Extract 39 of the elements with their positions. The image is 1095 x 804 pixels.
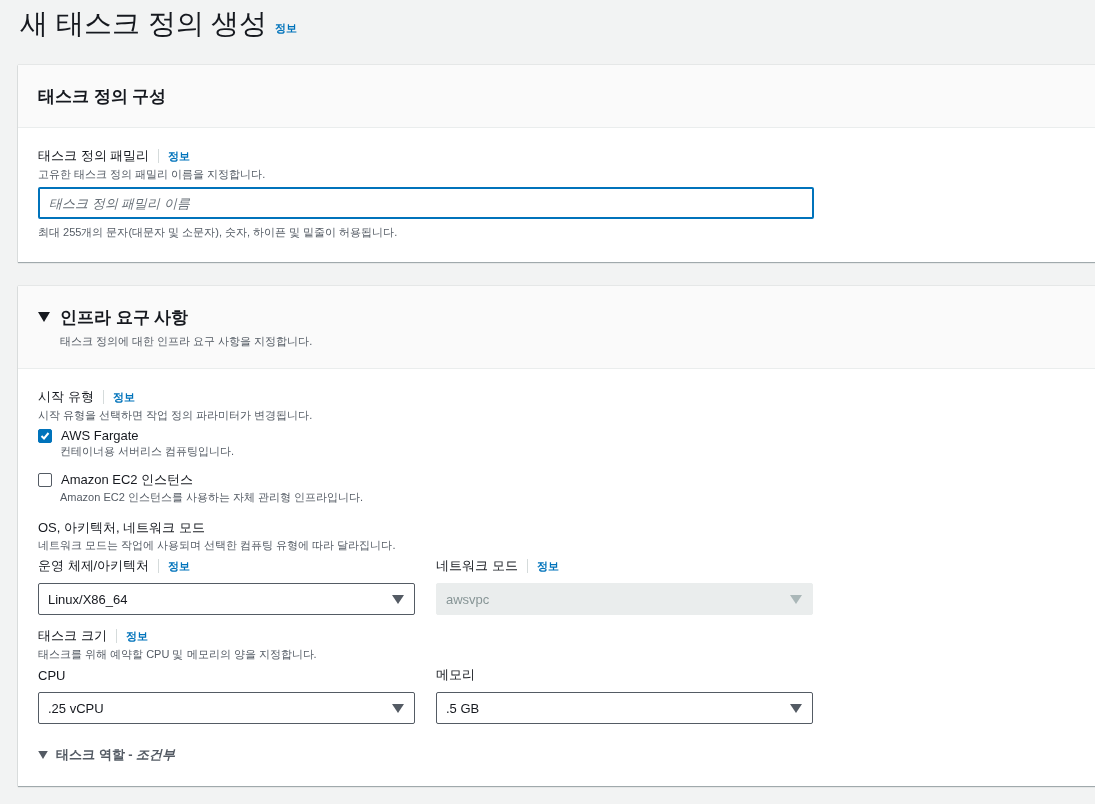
- info-link[interactable]: 정보: [125, 628, 148, 644]
- info-link[interactable]: 정보: [112, 389, 135, 405]
- subsection-title: 태스크 역할 - 조건부: [56, 746, 176, 764]
- field-label: 운영 체제/아키텍처: [38, 557, 150, 575]
- section-title: 인프라 요구 사항: [60, 306, 189, 329]
- option-description: Amazon EC2 인스턴스를 사용하는 자체 관리형 인프라입니다.: [59, 490, 365, 505]
- group-title: OS, 아키텍처, 네트워크 모드: [38, 519, 206, 537]
- dropdown-select[interactable]: .5 GB: [436, 692, 813, 724]
- info-link[interactable]: 정보: [275, 21, 298, 36]
- caret-icon: [392, 594, 404, 604]
- page-title: 새 태스크 정의 생성: [20, 7, 268, 41]
- field-label: 메모리: [436, 666, 475, 684]
- caret-icon: [790, 703, 802, 713]
- option-description: 컨테이너용 서버리스 컴퓨팅입니다.: [59, 444, 236, 459]
- expand-toggle-icon[interactable]: [38, 751, 48, 759]
- caret-icon: [392, 703, 404, 713]
- caret-icon: [790, 594, 802, 604]
- info-link[interactable]: 정보: [168, 558, 191, 574]
- checkbox[interactable]: [38, 473, 52, 487]
- group-description: 네트워크 모드는 작업에 사용되며 선택한 컴퓨팅 유형에 따라 달라집니다.: [38, 538, 397, 553]
- field-label: CPU: [38, 667, 66, 683]
- info-link[interactable]: 정보: [168, 148, 191, 164]
- section-description: 태스크 정의에 대한 인프라 요구 사항을 지정합니다.: [59, 333, 313, 349]
- field-label: 태스크 크기: [38, 627, 107, 645]
- field-description: 태스크를 위해 예약할 CPU 및 메모리의 양을 지정합니다.: [38, 647, 318, 662]
- checkbox-label: AWS Fargate: [61, 428, 139, 443]
- field-label: 네트워크 모드: [436, 557, 518, 575]
- field-label: 태스크 정의 패밀리: [38, 147, 150, 165]
- expand-toggle-icon[interactable]: [38, 312, 50, 322]
- field-label: 시작 유형: [38, 388, 94, 406]
- input-field[interactable]: 태스크 정의 패밀리 이름: [38, 187, 814, 219]
- dropdown-select[interactable]: Linux/X86_64: [38, 583, 415, 615]
- section-title: 태스크 정의 구성: [38, 85, 167, 108]
- field-description: 시작 유형을 선택하면 작업 정의 파라미터가 변경됩니다.: [38, 408, 314, 423]
- checkbox-label: Amazon EC2 인스턴스: [61, 471, 194, 489]
- field-description: 고유한 태스크 정의 패밀리 이름을 지정합니다.: [38, 167, 267, 182]
- dropdown-select[interactable]: .25 vCPU: [38, 692, 415, 724]
- constraint-text: 최대 255개의 문자(대문자 및 소문자), 숫자, 하이픈 및 밑줄이 허용됩니다.: [38, 225, 399, 240]
- checkbox[interactable]: [38, 428, 52, 443]
